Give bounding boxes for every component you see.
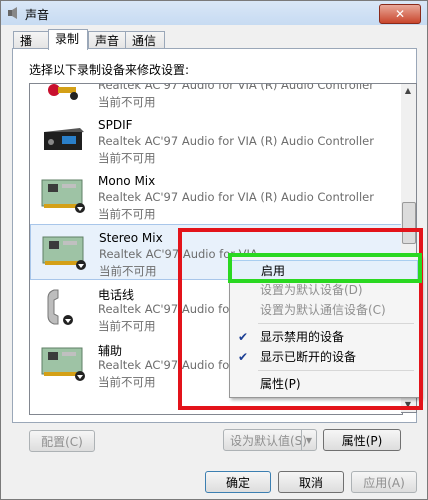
green-annotation-box: [228, 253, 422, 283]
scroll-up-arrow-icon[interactable]: ▲: [401, 84, 415, 98]
device-status: 当前不可用: [98, 375, 156, 389]
tab-playback[interactable]: 播放: [13, 31, 49, 66]
device-description: Realtek AC'97 Audio for VIA (R) Audio Co…: [98, 190, 374, 204]
close-button[interactable]: ✕: [379, 4, 421, 24]
device-description: Realtek AC'97 Audio for VIA (R) Audio Co…: [98, 83, 374, 92]
sound-card-icon: [41, 179, 85, 213]
device-name: SPDIF: [98, 118, 133, 132]
apply-button[interactable]: 应用(A): [351, 471, 417, 493]
device-name: Stereo Mix: [99, 231, 163, 245]
device-status: 当前不可用: [98, 151, 156, 165]
sound-card-icon: [41, 347, 85, 381]
device-row-spdif[interactable]: SPDIF Realtek AC'97 Audio for VIA (R) Au…: [30, 112, 402, 168]
title-bar[interactable]: 声音 ✕: [1, 1, 427, 25]
sound-card-icon: [42, 236, 86, 270]
device-row-mono-mix[interactable]: Mono Mix Realtek AC'97 Audio for VIA (R)…: [30, 168, 402, 224]
device-status: 当前不可用: [98, 207, 156, 221]
dropdown-arrow-icon[interactable]: ▼: [301, 430, 316, 450]
set-default-label: 设为默认值(S): [230, 434, 307, 448]
telephone-icon: [47, 289, 73, 325]
device-status: 当前不可用: [98, 95, 156, 109]
properties-button[interactable]: 属性(P): [323, 429, 401, 451]
instruction-text: 选择以下录制设备来修改设置:: [29, 63, 190, 77]
set-default-button[interactable]: 设为默认值(S) ▼: [223, 429, 317, 451]
device-description: Realtek AC'97 Audio for VIA (R) Audio Co…: [98, 134, 374, 148]
device-name: 辅助: [98, 344, 123, 358]
tab-communications[interactable]: 通信: [125, 31, 165, 49]
device-name: 电话线: [98, 288, 135, 302]
cancel-button[interactable]: 取消: [278, 471, 344, 493]
device-status: 当前不可用: [98, 319, 156, 333]
device-row[interactable]: Realtek AC'97 Audio for VIA (R) Audio Co…: [30, 83, 402, 112]
device-status: 当前不可用: [99, 264, 157, 278]
tab-recording[interactable]: 录制: [48, 29, 88, 50]
configure-button[interactable]: 配置(C): [29, 430, 95, 452]
speaker-icon: [8, 7, 17, 19]
rca-plug-icon: [48, 84, 78, 100]
ok-button[interactable]: 确定: [205, 471, 271, 493]
tab-sounds[interactable]: 声音: [88, 31, 126, 49]
spdif-device-icon: [44, 128, 84, 150]
window-title: 声音: [25, 8, 50, 22]
device-name: Mono Mix: [98, 174, 156, 188]
